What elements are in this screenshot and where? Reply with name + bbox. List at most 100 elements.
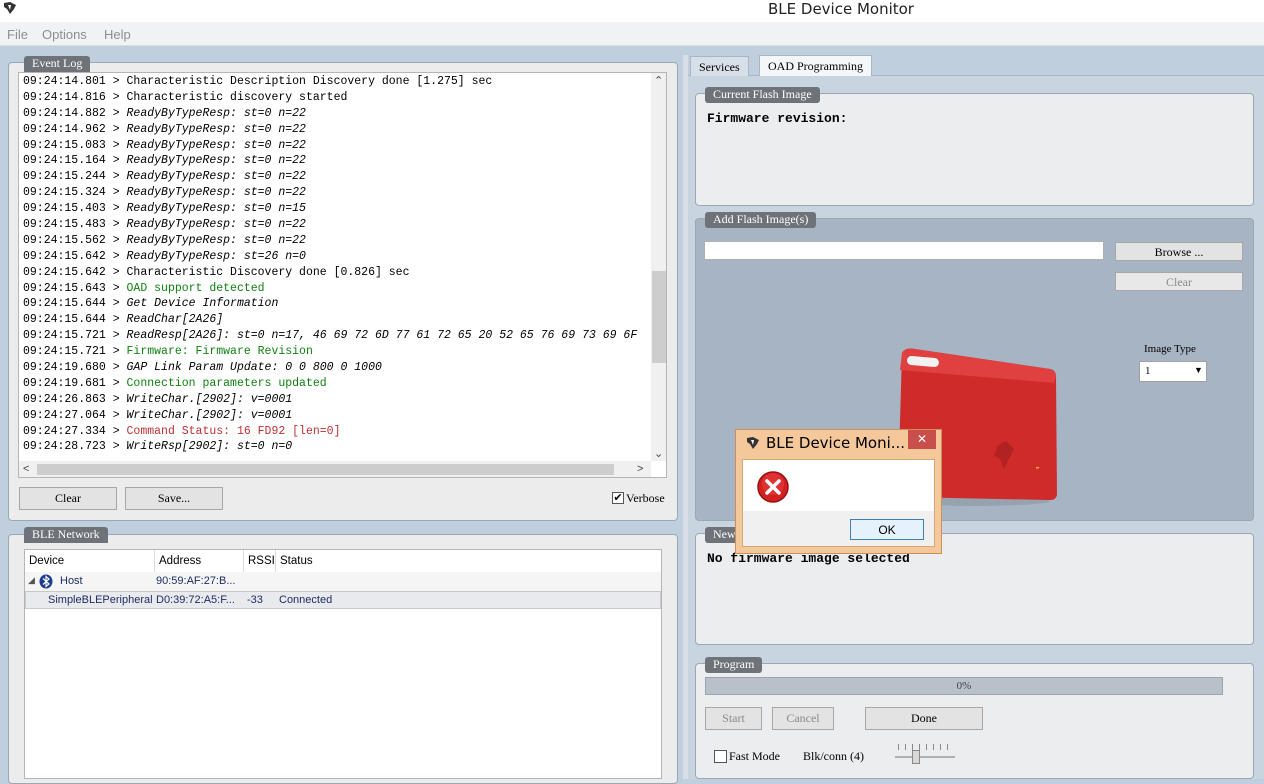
- log-line: 09:24:15.324 > ReadyByTypeResp: st=0 n=2…: [23, 185, 653, 201]
- program-label: Program: [705, 657, 763, 673]
- slider-track: [895, 756, 955, 758]
- log-message: WriteChar.[2902]: v=0001: [126, 408, 293, 422]
- scroll-down-icon[interactable]: ⌄: [654, 447, 663, 461]
- log-timestamp: 09:24:15.643 >: [23, 281, 127, 295]
- log-line: 09:24:27.064 > WriteChar.[2902]: v=0001: [23, 408, 653, 424]
- peripheral-device-name: SimpleBLEPeripheral: [48, 594, 153, 606]
- save-log-button[interactable]: Save...: [125, 487, 223, 510]
- fast-mode-label: Fast Mode: [729, 749, 780, 763]
- browse-button[interactable]: Browse ...: [1115, 242, 1243, 261]
- scroll-right-icon[interactable]: >: [637, 462, 643, 476]
- clear-log-button[interactable]: Clear: [19, 487, 117, 510]
- ok-button[interactable]: OK: [850, 519, 924, 540]
- peripheral-rssi: -33: [247, 594, 263, 606]
- add-flash-label: Add Flash Image(s): [705, 212, 817, 228]
- log-timestamp: 09:24:15.164 >: [23, 154, 127, 168]
- log-message: Characteristic Description Discovery don…: [126, 75, 493, 88]
- log-timestamp: 09:24:15.721 >: [23, 345, 127, 359]
- scroll-up-icon[interactable]: ⌃: [654, 74, 663, 88]
- log-line: 09:24:19.680 > GAP Link Param Update: 0 …: [23, 360, 653, 376]
- log-timestamp: 09:24:15.483 >: [23, 218, 127, 232]
- slider-thumb[interactable]: [912, 750, 920, 764]
- log-timestamp: 09:24:15.642 >: [23, 249, 127, 263]
- log-message: Characteristic Discovery done [0.826] se…: [126, 265, 410, 279]
- col-status[interactable]: Status: [276, 550, 662, 572]
- fast-mode-checkbox[interactable]: [714, 750, 727, 763]
- dialog-body: OK: [742, 459, 935, 547]
- image-type-select[interactable]: 1 ▼: [1139, 361, 1207, 382]
- log-message: ReadyByTypeResp: st=0 n=22: [126, 106, 306, 120]
- done-button[interactable]: Done: [865, 707, 983, 730]
- log-message: ReadyByTypeResp: st=0 n=22: [126, 186, 306, 200]
- scroll-thumb[interactable]: [652, 271, 666, 363]
- expand-arrow-icon[interactable]: ◢: [28, 575, 35, 586]
- clear-flash-button[interactable]: Clear: [1115, 272, 1243, 291]
- h-scroll-thumb[interactable]: [37, 464, 614, 475]
- dialog-title: BLE Device Moni...: [766, 434, 906, 452]
- log-line: 09:24:15.562 > ReadyByTypeResp: st=0 n=2…: [23, 233, 653, 249]
- dialog-close-button[interactable]: ✕: [908, 430, 936, 449]
- log-message: ReadChar[2A26]: [126, 313, 224, 327]
- event-log-box[interactable]: 09:24:14.801 > Characteristic Descriptio…: [18, 72, 667, 478]
- host-device-name: Host: [60, 575, 83, 587]
- slider-ticks: [898, 744, 952, 750]
- log-line: 09:24:15.244 > ReadyByTypeResp: st=0 n=2…: [23, 169, 653, 185]
- log-message: ReadResp[2A26]: st=0 n=17, 46 69 72 6D 7…: [126, 329, 638, 343]
- log-message: ReadyByTypeResp: st=0 n=22: [126, 170, 306, 184]
- log-timestamp: 09:24:15.644 >: [23, 297, 127, 311]
- menu-help[interactable]: Help: [104, 27, 131, 42]
- log-line: 09:24:14.882 > ReadyByTypeResp: st=0 n=2…: [23, 106, 653, 122]
- progress-text: 0%: [956, 680, 972, 692]
- table-row-peripheral[interactable]: SimpleBLEPeripheral D0:39:72:A5:F... -33…: [25, 591, 661, 609]
- log-line: 09:24:15.642 > Characteristic Discovery …: [23, 265, 653, 281]
- window-title: BLE Device Monitor: [768, 0, 914, 18]
- log-line: 09:24:15.642 > ReadyByTypeResp: st=26 n=…: [23, 249, 653, 265]
- program-progress-bar: 0%: [705, 677, 1223, 695]
- col-rssi[interactable]: RSSI: [244, 550, 276, 572]
- log-vertical-scrollbar[interactable]: ⌃ ⌄: [651, 73, 666, 461]
- log-horizontal-scrollbar[interactable]: < >: [19, 461, 651, 477]
- image-type-label: Image Type: [1144, 343, 1196, 355]
- log-timestamp: 09:24:28.723 >: [23, 440, 127, 454]
- tab-services[interactable]: Services: [690, 56, 749, 76]
- log-line: 09:24:15.483 > ReadyByTypeResp: st=0 n=2…: [23, 217, 653, 233]
- log-message: Connection parameters updated: [126, 376, 327, 390]
- flash-image-path-input[interactable]: [704, 241, 1104, 260]
- log-timestamp: 09:24:27.064 >: [23, 408, 127, 422]
- log-timestamp: 09:24:15.642 >: [23, 265, 127, 279]
- log-line: 09:24:15.644 > Get Device Information: [23, 296, 653, 312]
- error-icon: [757, 471, 789, 503]
- table-row-host[interactable]: ◢ Host 90:59:AF:27:B...: [25, 572, 661, 591]
- bluetooth-icon: [39, 574, 53, 589]
- start-button[interactable]: Start: [705, 707, 762, 730]
- app-logo-icon: [747, 437, 759, 449]
- menu-file[interactable]: File: [7, 27, 28, 42]
- log-line: 09:24:15.083 > ReadyByTypeResp: st=0 n=2…: [23, 138, 653, 154]
- event-log-label: Event Log: [24, 56, 91, 72]
- log-timestamp: 09:24:14.962 >: [23, 122, 127, 136]
- log-message: ReadyByTypeResp: st=26 n=0: [126, 249, 306, 263]
- log-timestamp: 09:24:14.882 >: [23, 106, 127, 120]
- log-message: ReadyByTypeResp: st=0 n=22: [126, 138, 306, 152]
- tab-oad-programming[interactable]: OAD Programming: [759, 55, 872, 76]
- blk-conn-slider[interactable]: [895, 744, 955, 768]
- host-address: 90:59:AF:27:B...: [156, 575, 236, 587]
- verbose-label: Verbose: [626, 491, 665, 505]
- ble-network-label: BLE Network: [24, 527, 108, 543]
- col-device[interactable]: Device: [25, 550, 155, 572]
- log-timestamp: 09:24:26.863 >: [23, 392, 127, 406]
- menu-options[interactable]: Options: [42, 27, 87, 42]
- log-timestamp: 09:24:19.680 >: [23, 361, 127, 375]
- log-timestamp: 09:24:15.324 >: [23, 186, 127, 200]
- col-address[interactable]: Address: [155, 550, 244, 572]
- log-line: 09:24:19.681 > Connection parameters upd…: [23, 376, 653, 392]
- log-timestamp: 09:24:14.801 >: [23, 75, 127, 88]
- scroll-left-icon[interactable]: <: [23, 462, 29, 476]
- verbose-checkbox[interactable]: ✔: [612, 492, 624, 504]
- log-message: Get Device Information: [126, 297, 279, 311]
- cancel-button[interactable]: Cancel: [772, 707, 834, 730]
- log-message: Firmware: Firmware Revision: [126, 345, 313, 359]
- current-flash-label: Current Flash Image: [705, 87, 820, 103]
- chevron-down-icon: ▼: [1194, 365, 1203, 375]
- log-line: 09:24:28.723 > WriteRsp[2902]: st=0 n=0: [23, 439, 653, 455]
